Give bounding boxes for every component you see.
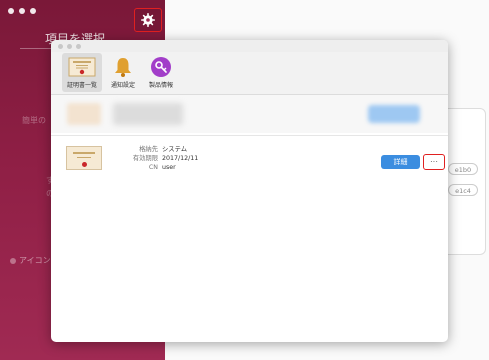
pill-1[interactable]: e1b0 (448, 163, 478, 175)
dialog-titlebar (51, 40, 448, 52)
dialog-minimize-button[interactable] (67, 44, 72, 49)
cn-field: CN user (108, 164, 176, 172)
key-icon (150, 53, 172, 80)
radio-icon (10, 257, 16, 264)
more-options-button[interactable]: ··· (423, 154, 445, 170)
issuer-field: 格納先 システム (108, 146, 187, 154)
blurred-action-button (368, 105, 420, 123)
detail-button[interactable]: 詳細 (381, 155, 420, 169)
dialog-close-button[interactable] (58, 44, 63, 49)
bell-icon (113, 53, 133, 80)
row-divider (51, 135, 448, 136)
certificate-dialog: 証明書一覧 通知設定 製品情報 格納先 システム 有効期限 2017/12/11… (51, 40, 448, 342)
issuer-label: 格納先 (139, 146, 158, 153)
tab-certificate-list-label: 証明書一覧 (66, 82, 97, 89)
gear-icon (141, 13, 155, 27)
tab-notification-settings[interactable]: 通知設定 (106, 53, 140, 92)
issuer-value: システム (162, 146, 187, 153)
sidebar-text-1: 簡単の (22, 116, 46, 125)
settings-button[interactable] (134, 8, 162, 32)
icon-option-label: アイコン (19, 256, 51, 265)
blurred-certificate-text (113, 103, 183, 125)
cn-label: CN (148, 164, 158, 171)
dialog-zoom-button[interactable] (76, 44, 81, 49)
pill-2[interactable]: e1c4 (448, 184, 478, 196)
blurred-certificate-icon (67, 103, 101, 125)
certificate-icon (68, 53, 96, 80)
minimize-window-button[interactable] (19, 8, 25, 14)
tab-product-info[interactable]: 製品情報 (144, 53, 178, 92)
icon-option[interactable]: アイコン (10, 255, 51, 266)
zoom-window-button[interactable] (30, 8, 36, 14)
dialog-window-controls (58, 44, 81, 49)
blurred-certificate-row[interactable] (51, 95, 448, 133)
expiry-value: 2017/12/11 (162, 155, 199, 162)
tab-notification-settings-label: 通知設定 (110, 82, 135, 89)
close-window-button[interactable] (8, 8, 14, 14)
tab-certificate-list[interactable]: 証明書一覧 (62, 53, 102, 92)
expiry-field: 有効期限 2017/12/11 (108, 155, 198, 163)
cn-value: user (162, 164, 176, 171)
tab-product-info-label: 製品情報 (148, 82, 173, 89)
certificate-icon (66, 146, 102, 170)
expiry-label: 有効期限 (132, 155, 158, 162)
dialog-toolbar: 証明書一覧 通知設定 製品情報 (51, 52, 448, 95)
window-controls (8, 8, 36, 14)
